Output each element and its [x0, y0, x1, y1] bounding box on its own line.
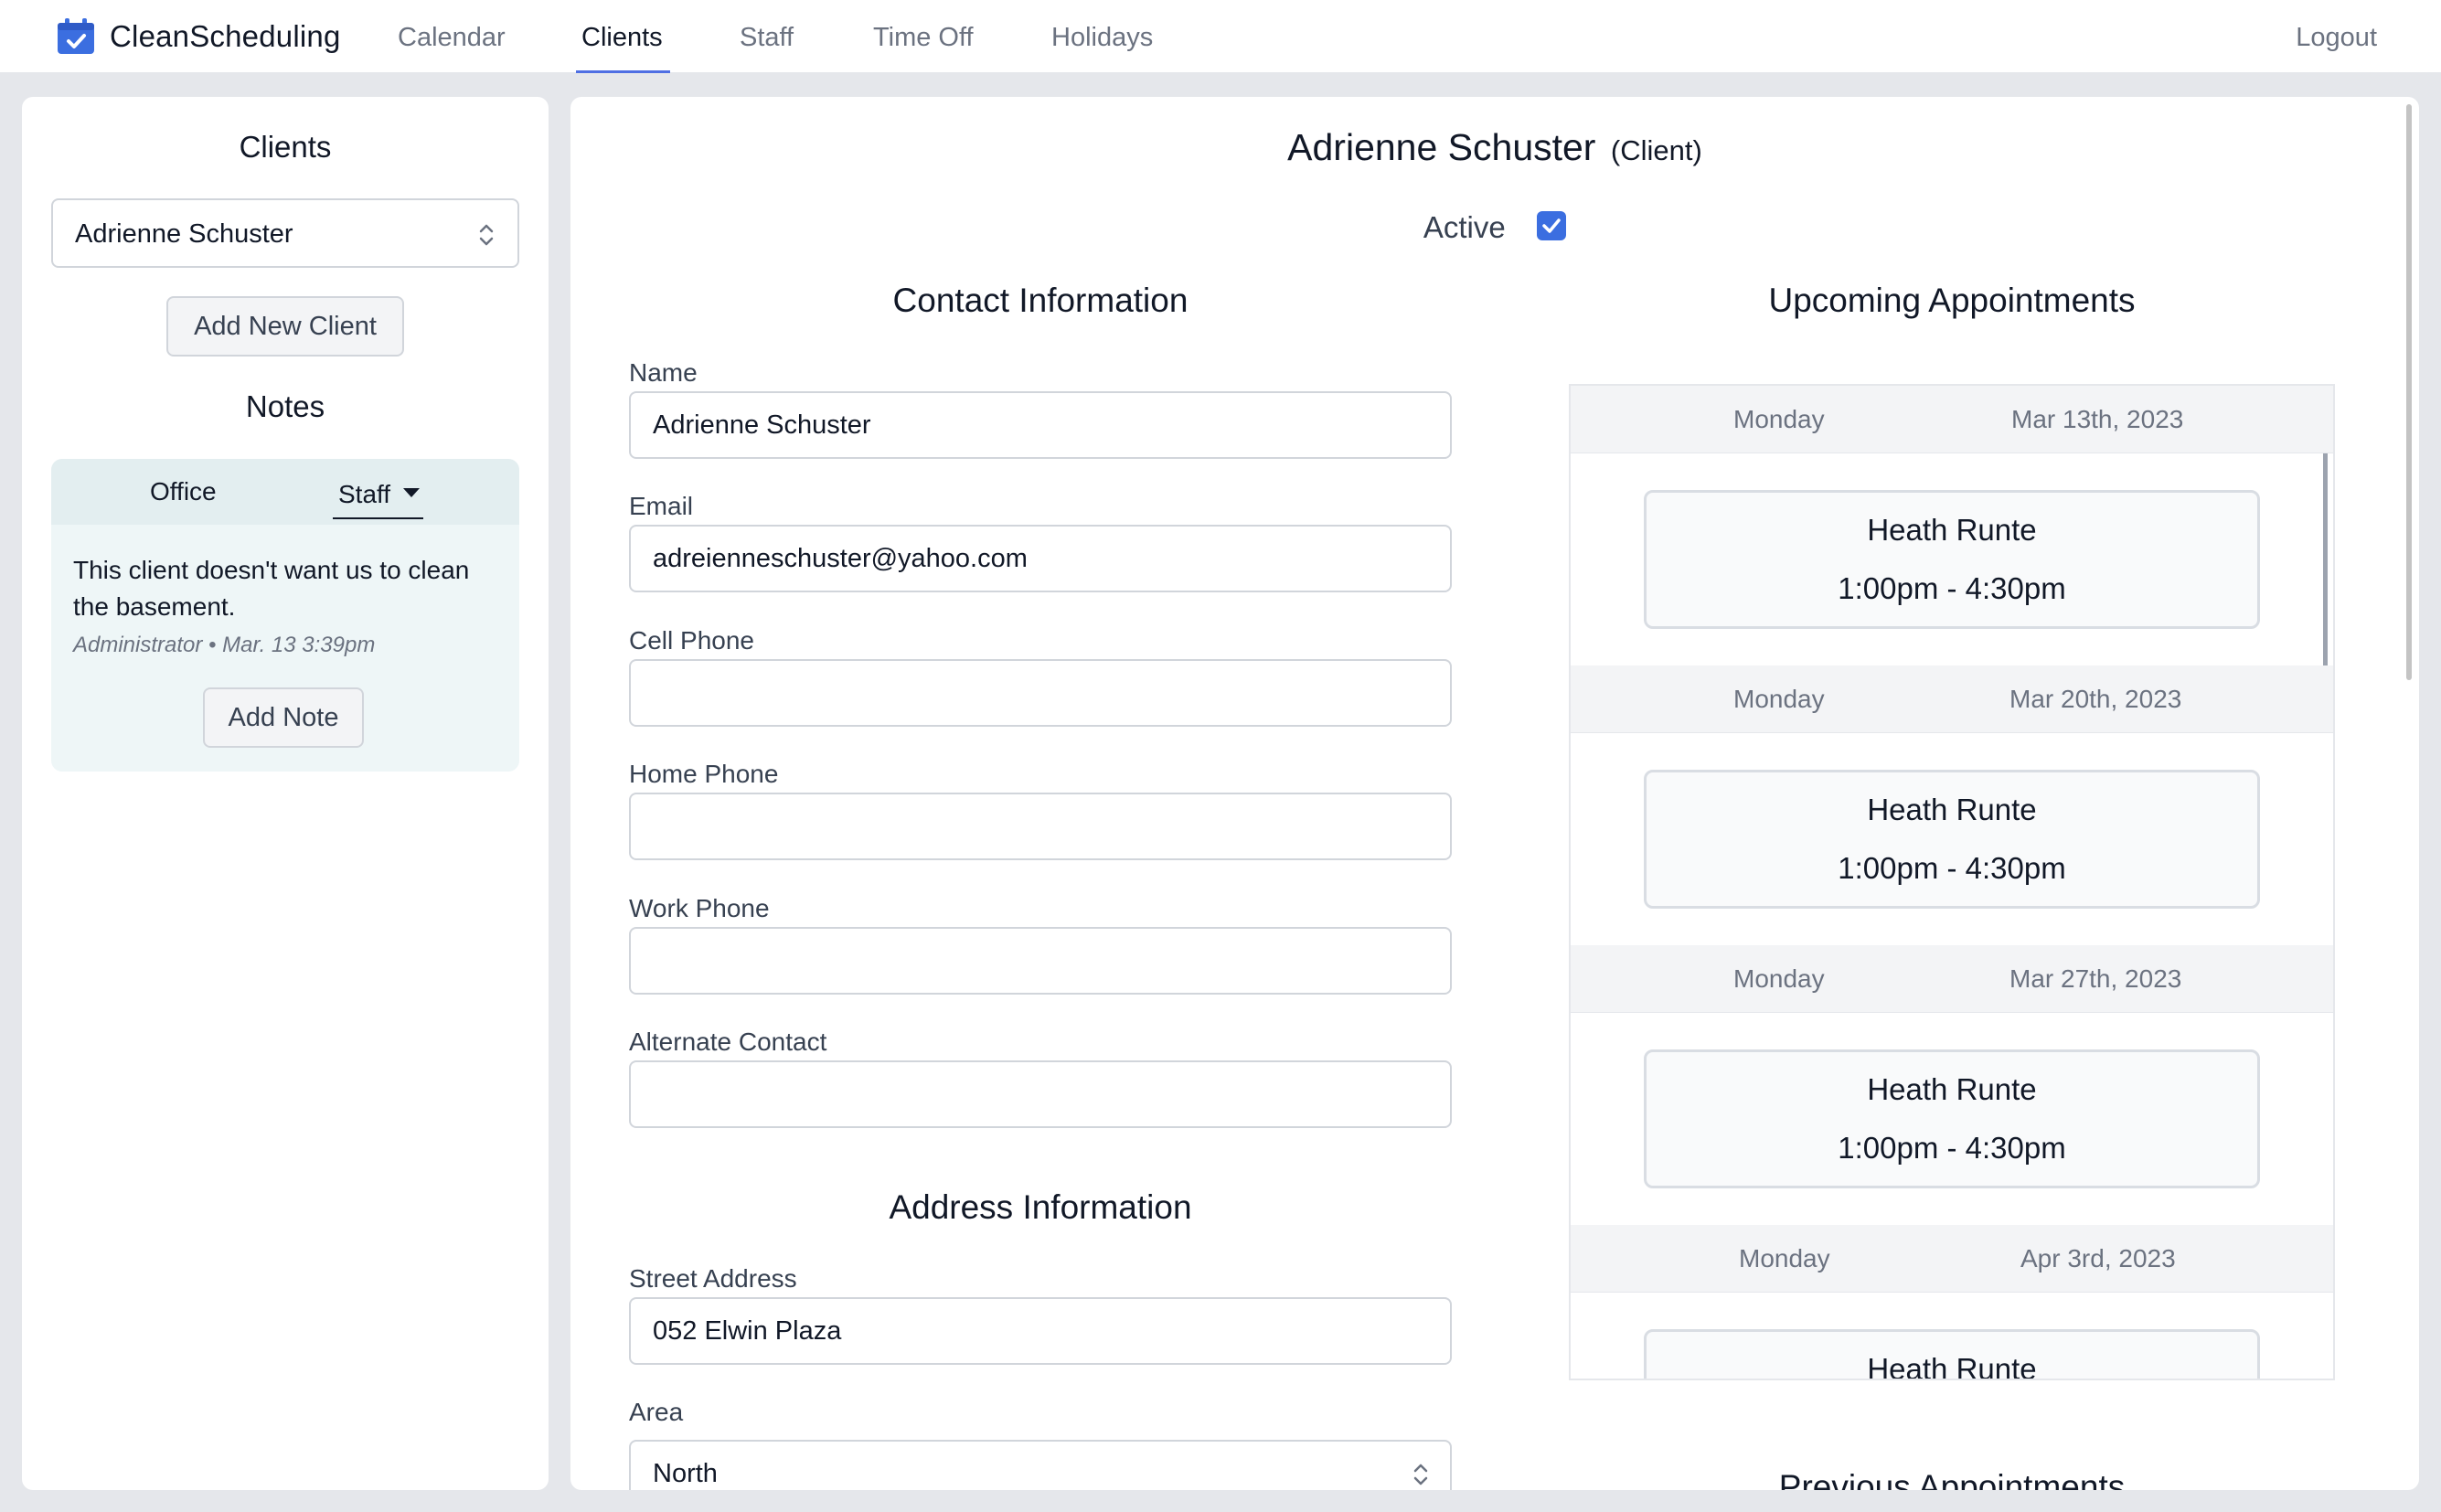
client-role-tag: (Client): [1610, 134, 1702, 166]
note-meta-separator: •: [208, 633, 217, 657]
note-meta: Administrator • Mar. 13 3:39pm: [73, 633, 375, 658]
name-field[interactable]: Adrienne Schuster: [629, 391, 1452, 459]
appointment-date: Mar 13th, 2023: [2011, 405, 2184, 433]
note-text: This client doesn't want us to clean the…: [73, 556, 470, 621]
appointment-weekday: Monday: [1733, 685, 1825, 713]
appointment-date: Mar 20th, 2023: [2009, 685, 2182, 713]
previous-appointments-title: Previous Appointments: [1778, 1468, 2126, 1490]
notes-box: Office Staff This client doesn't want us…: [51, 459, 519, 772]
appointment-day-header: Monday Apr 3rd, 2023: [1571, 1225, 2333, 1293]
appointment-time: 1:00pm - 4:30pm: [1838, 1131, 2066, 1165]
brand-name: CleanScheduling: [110, 19, 341, 53]
notes-tab-staff-label: Staff: [338, 480, 391, 508]
appointment-card[interactable]: Heath Runte: [1644, 1329, 2260, 1380]
appointment-staff: Heath Runte: [1867, 1072, 2037, 1106]
area-label: Area: [629, 1398, 684, 1426]
appointment-date: Mar 27th, 2023: [2009, 964, 2182, 993]
appointment-time: 1:00pm - 4:30pm: [1838, 571, 2066, 605]
clients-sidebar: Clients Adrienne Schuster Add New Client…: [22, 97, 549, 1490]
add-new-client-button[interactable]: Add New Client: [166, 296, 404, 357]
street-address-label: Street Address: [629, 1264, 797, 1293]
check-icon: [1542, 218, 1561, 233]
client-title: Adrienne Schuster (Client): [570, 126, 2419, 169]
appointment-weekday: Monday: [1739, 1244, 1830, 1272]
appointment-time: 1:00pm - 4:30pm: [1838, 851, 2066, 885]
work-phone-label: Work Phone: [629, 894, 770, 922]
email-field[interactable]: adreienneschuster@yahoo.com: [629, 525, 1452, 592]
appointment-weekday: Monday: [1733, 964, 1825, 993]
area-select[interactable]: North: [629, 1440, 1452, 1490]
appointment-day-header: Monday Mar 13th, 2023: [1571, 386, 2333, 453]
appointment-staff: Heath Runte: [1867, 1352, 2037, 1380]
upcoming-appointments-list[interactable]: Monday Mar 13th, 2023 Heath Runte 1:00pm…: [1569, 384, 2335, 1380]
appointment-day-header: Monday Mar 20th, 2023: [1571, 665, 2333, 733]
chevron-up-down-icon: [479, 224, 494, 246]
nav-calendar[interactable]: Calendar: [398, 0, 506, 73]
cell-phone-label: Cell Phone: [629, 626, 754, 655]
sidebar-title: Clients: [239, 130, 332, 164]
nav-time-off[interactable]: Time Off: [873, 0, 974, 73]
email-label: Email: [629, 492, 694, 520]
notes-tabs: Office Staff: [51, 459, 519, 525]
alternate-contact-label: Alternate Contact: [629, 1028, 827, 1056]
appointment-day-header: Monday Mar 27th, 2023: [1571, 945, 2333, 1013]
work-phone-field[interactable]: [629, 927, 1452, 995]
cell-phone-field[interactable]: [629, 659, 1452, 727]
chevron-up-down-icon: [1413, 1464, 1428, 1485]
notes-tab-office-label: Office: [150, 477, 217, 506]
add-note-button[interactable]: Add Note: [203, 687, 364, 748]
appointment-date: Apr 3rd, 2023: [2020, 1244, 2176, 1272]
logout-link[interactable]: Logout: [2296, 0, 2377, 73]
caret-down-icon: [403, 488, 421, 497]
street-address-field[interactable]: 052 Elwin Plaza: [629, 1297, 1452, 1365]
name-field-value: Adrienne Schuster: [653, 410, 871, 440]
name-label: Name: [629, 358, 698, 387]
contact-info-title: Contact Information: [892, 282, 1189, 319]
street-address-value: 052 Elwin Plaza: [653, 1316, 842, 1346]
calendar-check-icon: [58, 18, 94, 54]
upcoming-appointments-title: Upcoming Appointments: [1768, 282, 2136, 319]
client-name-heading: Adrienne Schuster: [1287, 126, 1596, 168]
appointment-weekday: Monday: [1733, 405, 1825, 433]
client-select-value: Adrienne Schuster: [75, 219, 293, 249]
area-select-value: North: [653, 1459, 718, 1488]
nav-clients[interactable]: Clients: [576, 0, 670, 73]
nav-holidays[interactable]: Holidays: [1051, 0, 1153, 73]
top-navbar: CleanScheduling Calendar Clients Staff T…: [0, 0, 2441, 73]
note-author: Administrator: [73, 633, 203, 657]
alternate-contact-field[interactable]: [629, 1060, 1452, 1128]
note-timestamp: Mar. 13 3:39pm: [222, 633, 376, 657]
notes-title: Notes: [245, 389, 325, 423]
nav-staff[interactable]: Staff: [740, 0, 794, 73]
main-scrollbar[interactable]: [2406, 104, 2412, 680]
appointment-card[interactable]: Heath Runte 1:00pm - 4:30pm: [1644, 490, 2260, 629]
brand[interactable]: CleanScheduling: [57, 16, 341, 57]
appointment-staff: Heath Runte: [1867, 793, 2037, 826]
notes-tab-staff[interactable]: Staff: [333, 463, 424, 519]
active-row: Active: [570, 210, 2419, 256]
client-detail-panel: Adrienne Schuster (Client) Active Contac…: [570, 97, 2419, 1490]
home-phone-field[interactable]: [629, 793, 1452, 860]
address-info-title: Address Information: [889, 1188, 1192, 1226]
active-checkbox[interactable]: [1537, 211, 1567, 240]
client-select[interactable]: Adrienne Schuster: [51, 198, 519, 268]
appointment-card[interactable]: Heath Runte 1:00pm - 4:30pm: [1644, 770, 2260, 909]
email-field-value: adreienneschuster@yahoo.com: [653, 544, 1028, 573]
appointment-staff: Heath Runte: [1867, 513, 2037, 547]
notes-tab-office[interactable]: Office: [150, 459, 217, 525]
home-phone-label: Home Phone: [629, 760, 779, 788]
active-label: Active: [1423, 210, 1506, 244]
appointment-card[interactable]: Heath Runte 1:00pm - 4:30pm: [1644, 1049, 2260, 1188]
